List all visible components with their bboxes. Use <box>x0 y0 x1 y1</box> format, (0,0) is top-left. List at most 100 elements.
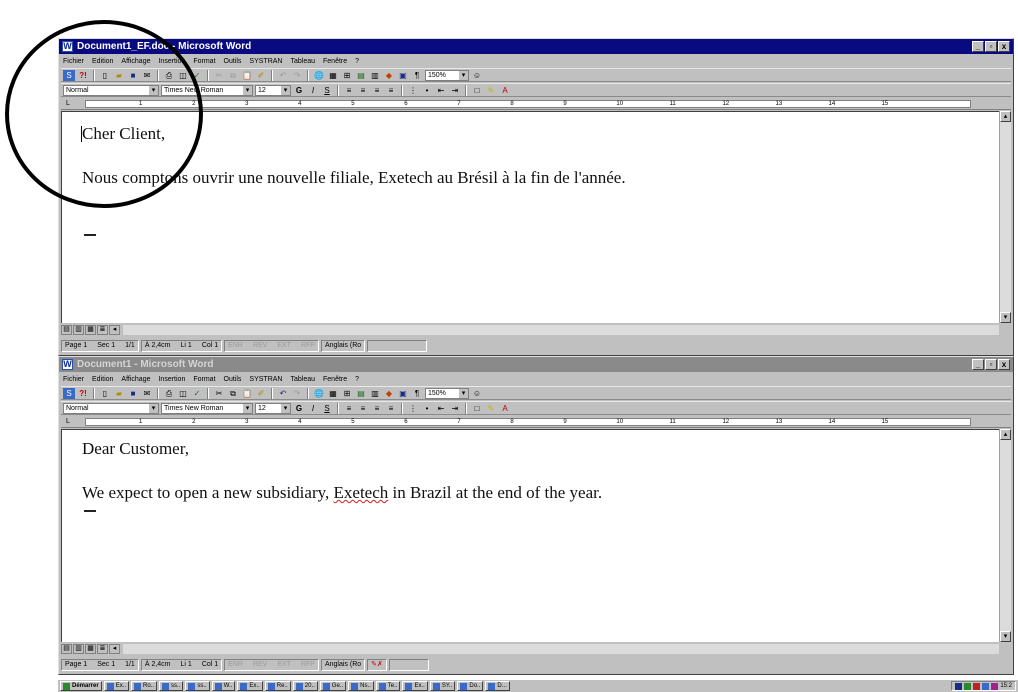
status-ovr[interactable]: RFP <box>301 660 315 670</box>
align-right-icon[interactable]: ≡ <box>371 85 383 96</box>
align-center-icon[interactable]: ≡ <box>357 403 369 414</box>
systran-icon[interactable]: S <box>63 387 75 399</box>
minimize-icon[interactable]: _ <box>972 359 984 370</box>
drawing-icon[interactable]: ◆ <box>383 388 395 399</box>
highlight-icon[interactable]: ✎ <box>485 403 497 414</box>
border-icon[interactable]: □ <box>471 85 483 96</box>
taskbar-item[interactable]: Do.. <box>457 681 484 691</box>
paste-icon[interactable]: 📋 <box>241 70 253 81</box>
taskbar-item[interactable]: W.. <box>211 681 236 691</box>
vertical-scrollbar[interactable]: ▴ ▾ <box>999 429 1011 642</box>
taskbar-item[interactable]: SY.. <box>429 681 456 691</box>
columns-icon[interactable]: ▥ <box>369 70 381 81</box>
status-language[interactable]: Anglais (Ro <box>320 339 366 352</box>
status-rev[interactable]: REV <box>253 660 267 670</box>
document-editing-area[interactable]: Dear Customer, We expect to open a new s… <box>61 429 999 642</box>
status-ext[interactable]: EXT <box>277 660 291 670</box>
undo-icon[interactable]: ↶ <box>277 70 289 81</box>
taskbar-item[interactable]: ss.. <box>185 681 210 691</box>
minimize-icon[interactable]: _ <box>972 41 984 52</box>
scroll-up-icon[interactable]: ▴ <box>1000 111 1011 122</box>
menu-systran[interactable]: SYSTRAN <box>249 58 282 65</box>
close-icon[interactable]: x <box>998 41 1010 52</box>
taskbar-item[interactable]: Ge.. <box>319 681 347 691</box>
tab-selector-icon[interactable]: L <box>63 417 73 426</box>
status-ext[interactable]: EXT <box>277 341 291 351</box>
restore-icon[interactable]: ▫ <box>985 41 997 52</box>
status-rec[interactable]: ENR <box>228 660 243 670</box>
numbering-icon[interactable]: ⋮ <box>407 85 419 96</box>
scroll-down-icon[interactable]: ▾ <box>1000 631 1011 642</box>
hyperlink-icon[interactable]: 🌐 <box>313 70 325 81</box>
justify-icon[interactable]: ≡ <box>385 403 397 414</box>
style-select[interactable]: Normal <box>63 402 159 414</box>
undo-icon[interactable]: ↶ <box>277 388 289 399</box>
title-bar[interactable]: W Document1 - Microsoft Word _ ▫ x <box>59 357 1013 372</box>
misspelled-word[interactable]: Exetech <box>334 483 389 502</box>
menu-tools[interactable]: Outils <box>224 376 242 383</box>
columns-icon[interactable]: ▥ <box>369 388 381 399</box>
cut-icon[interactable]: ✂ <box>213 70 225 81</box>
tables-borders-icon[interactable]: ▦ <box>327 388 339 399</box>
menu-format[interactable]: Format <box>193 58 215 65</box>
network-tray-icon[interactable] <box>964 682 972 690</box>
tables-borders-icon[interactable]: ▦ <box>327 70 339 81</box>
taskbar-item[interactable]: Ex.. <box>103 681 130 691</box>
document-map-icon[interactable]: ▣ <box>397 388 409 399</box>
font-size-select[interactable]: 12 <box>255 84 291 96</box>
show-hide-icon[interactable]: ¶ <box>411 70 423 81</box>
office-assistant-icon[interactable]: ☺ <box>471 388 483 399</box>
document-editing-area[interactable]: Cher Client, Nous comptons ouvrir une no… <box>61 111 999 323</box>
save-icon[interactable]: ■ <box>127 70 139 81</box>
menu-edit[interactable]: Edition <box>92 376 113 383</box>
help-icon[interactable]: ?! <box>77 388 89 399</box>
language-tray-icon[interactable] <box>955 682 963 690</box>
status-rev[interactable]: REV <box>253 341 267 351</box>
numbering-icon[interactable]: ⋮ <box>407 403 419 414</box>
taskbar-item[interactable]: Ex.. <box>402 681 428 691</box>
open-folder-icon[interactable]: ▰ <box>113 388 125 399</box>
menu-tools[interactable]: Outils <box>224 58 242 65</box>
bold-icon[interactable]: G <box>293 85 305 96</box>
print-layout-icon[interactable]: ▦ <box>85 325 96 335</box>
increase-indent-icon[interactable]: ⇥ <box>449 85 461 96</box>
copy-icon[interactable]: ⧉ <box>227 70 239 81</box>
spelling-icon[interactable]: ✓ <box>191 70 203 81</box>
justify-icon[interactable]: ≡ <box>385 85 397 96</box>
print-preview-icon[interactable]: ◫ <box>177 70 189 81</box>
clock[interactable]: 15:2 <box>1000 682 1012 690</box>
format-painter-icon[interactable]: ✐ <box>255 70 267 81</box>
antivirus-tray-icon[interactable] <box>973 682 981 690</box>
bullets-icon[interactable]: • <box>421 85 433 96</box>
title-bar[interactable]: W Document1_EF.doc - Microsoft Word _ ▫ … <box>59 39 1013 54</box>
horizontal-ruler[interactable]: L 1 2 3 4 5 6 7 8 9 10 11 12 13 14 15 <box>61 98 1011 110</box>
scroll-left-icon[interactable]: ◂ <box>109 325 120 335</box>
menu-help[interactable]: ? <box>355 58 359 65</box>
web-layout-icon[interactable]: ▥ <box>73 644 84 654</box>
decrease-indent-icon[interactable]: ⇤ <box>435 403 447 414</box>
horizontal-scrollbar[interactable] <box>123 644 999 654</box>
align-center-icon[interactable]: ≡ <box>357 85 369 96</box>
outline-view-icon[interactable]: ≣ <box>97 325 108 335</box>
align-right-icon[interactable]: ≡ <box>371 403 383 414</box>
insert-table-icon[interactable]: ⊞ <box>341 388 353 399</box>
word-app-icon[interactable]: W <box>62 41 73 52</box>
menu-window[interactable]: Fenêtre <box>323 58 347 65</box>
taskbar-item[interactable]: Ns.. <box>348 681 374 691</box>
cut-icon[interactable]: ✂ <box>213 388 225 399</box>
save-icon[interactable]: ■ <box>127 388 139 399</box>
show-hide-icon[interactable]: ¶ <box>411 388 423 399</box>
menu-file[interactable]: Fichier <box>63 58 84 65</box>
menu-table[interactable]: Tableau <box>290 58 315 65</box>
align-left-icon[interactable]: ≡ <box>343 85 355 96</box>
menu-file[interactable]: Fichier <box>63 376 84 383</box>
insert-table-icon[interactable]: ⊞ <box>341 70 353 81</box>
font-select[interactable]: Times New Roman <box>161 84 253 96</box>
underline-icon[interactable]: S <box>321 403 333 414</box>
menu-view[interactable]: Affichage <box>121 58 150 65</box>
new-document-icon[interactable]: ▯ <box>99 388 111 399</box>
highlight-icon[interactable]: ✎ <box>485 85 497 96</box>
restore-icon[interactable]: ▫ <box>985 359 997 370</box>
print-icon[interactable]: ⎙ <box>163 388 175 399</box>
scroll-up-icon[interactable]: ▴ <box>1000 429 1011 440</box>
